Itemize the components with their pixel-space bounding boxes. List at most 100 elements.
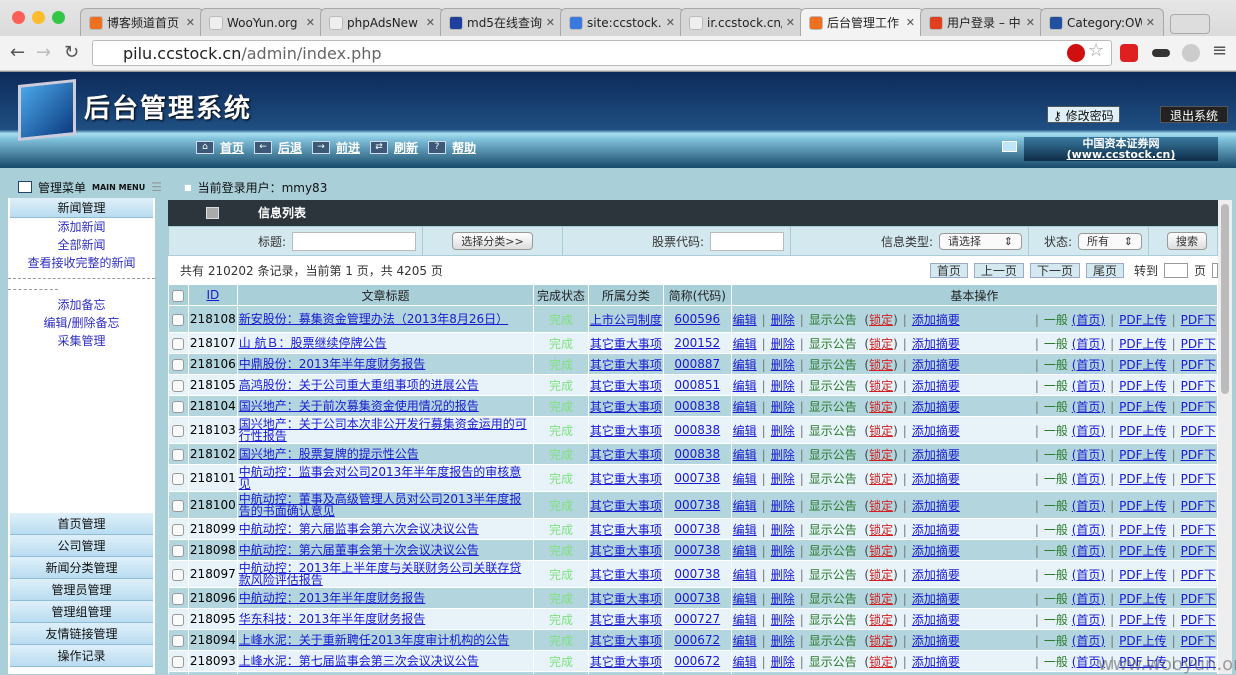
edit-link[interactable]: 编辑 xyxy=(733,337,757,351)
close-tab-icon[interactable]: ✕ xyxy=(906,16,915,29)
stock-code-link[interactable]: 000838 xyxy=(674,423,720,437)
goto-page-input[interactable] xyxy=(1163,263,1188,278)
pdf-download-link[interactable]: PDF下 xyxy=(1181,544,1216,558)
browser-tab[interactable]: 博客频道首页 ✕ xyxy=(80,8,204,36)
nav-forward[interactable]: 前进 xyxy=(336,139,360,156)
delete-link[interactable]: 删除 xyxy=(771,544,795,558)
close-tab-icon[interactable]: ✕ xyxy=(666,16,675,29)
lock-link[interactable]: 锁定 xyxy=(869,592,893,606)
add-summary-link[interactable]: 添加摘要 xyxy=(912,544,960,558)
pdf-download-link[interactable]: PDF下 xyxy=(1181,634,1216,648)
browser-tab[interactable]: phpAdsNew ✕ xyxy=(320,8,444,36)
lock-link[interactable]: 锁定 xyxy=(869,568,893,582)
lock-link[interactable]: 锁定 xyxy=(869,313,893,327)
home-link[interactable]: (首页) xyxy=(1072,472,1105,486)
pdf-download-link[interactable]: PDF下 xyxy=(1181,568,1216,582)
pdf-upload-link[interactable]: PDF上传 xyxy=(1119,613,1166,627)
menu-icon[interactable]: ≡ xyxy=(1212,40,1227,61)
home-link[interactable]: (首页) xyxy=(1072,613,1105,627)
title-input[interactable] xyxy=(292,231,416,251)
add-summary-link[interactable]: 添加摘要 xyxy=(912,613,960,627)
row-checkbox[interactable] xyxy=(172,592,185,605)
add-summary-link[interactable]: 添加摘要 xyxy=(912,472,960,486)
browser-tab[interactable]: 后台管理工作 ✕ xyxy=(800,8,924,36)
home-link[interactable]: (首页) xyxy=(1072,358,1105,372)
row-checkbox[interactable] xyxy=(172,448,185,461)
add-summary-link[interactable]: 添加摘要 xyxy=(912,400,960,414)
nav-home[interactable]: 首页 xyxy=(220,139,244,156)
close-tab-icon[interactable]: ✕ xyxy=(786,16,795,29)
stock-code-link[interactable]: 000851 xyxy=(674,378,720,392)
row-checkbox[interactable] xyxy=(172,655,185,668)
bookmark-star-icon[interactable]: ☆ xyxy=(1088,40,1104,61)
article-title-link[interactable]: 山 航Ｂ：股票继续停牌公告 xyxy=(239,336,387,350)
close-tab-icon[interactable]: ✕ xyxy=(426,16,435,29)
category-link[interactable]: 其它重大事项 xyxy=(590,592,662,606)
category-link[interactable]: 其它重大事项 xyxy=(590,448,662,462)
sidebar-group[interactable]: 新闻分类管理 xyxy=(10,557,153,579)
pdf-upload-link[interactable]: PDF上传 xyxy=(1119,472,1166,486)
article-title-link[interactable]: 华东科技：2013年半年度财务报告 xyxy=(239,612,426,626)
edit-link[interactable]: 编辑 xyxy=(733,568,757,582)
edit-link[interactable]: 编辑 xyxy=(733,424,757,438)
pdf-download-link[interactable]: PDF下 xyxy=(1181,448,1216,462)
lock-link[interactable]: 锁定 xyxy=(869,358,893,372)
browser-tab[interactable]: Category:OW ✕ xyxy=(1040,8,1164,36)
sidebar-item-add-memo[interactable]: 添加备忘 xyxy=(8,296,155,314)
article-title-link[interactable]: 高鸿股份：关于公司重大重组事项的进展公告 xyxy=(239,378,479,392)
delete-link[interactable]: 删除 xyxy=(771,613,795,627)
pdf-download-link[interactable]: PDF下 xyxy=(1181,337,1216,351)
edit-link[interactable]: 编辑 xyxy=(733,448,757,462)
stock-code-link[interactable]: 000838 xyxy=(674,399,720,413)
delete-link[interactable]: 删除 xyxy=(771,424,795,438)
home-link[interactable]: (首页) xyxy=(1072,634,1105,648)
delete-link[interactable]: 删除 xyxy=(771,592,795,606)
new-tab-button[interactable] xyxy=(1170,14,1210,34)
edit-link[interactable]: 编辑 xyxy=(733,544,757,558)
browser-tab[interactable]: WooYun.org ✕ xyxy=(200,8,324,36)
lock-link[interactable]: 锁定 xyxy=(869,448,893,462)
next-page-button[interactable]: 下一页 xyxy=(1029,263,1080,278)
category-link[interactable]: 其它重大事项 xyxy=(590,523,662,537)
pdf-download-link[interactable]: PDF下 xyxy=(1181,523,1216,537)
lock-link[interactable]: 锁定 xyxy=(869,379,893,393)
pdf-upload-link[interactable]: PDF上传 xyxy=(1119,592,1166,606)
pdf-download-link[interactable]: PDF下 xyxy=(1181,592,1216,606)
article-title-link[interactable]: 上峰水泥：第七届监事会第三次会议决议公告 xyxy=(239,654,479,668)
pdf-upload-link[interactable]: PDF上传 xyxy=(1119,448,1166,462)
prev-page-button[interactable]: 上一页 xyxy=(973,263,1024,278)
article-title-link[interactable]: 中航动控：2013年上半年度与关联财务公司关联存贷款风险评估报告 xyxy=(239,562,522,587)
edit-link[interactable]: 编辑 xyxy=(733,613,757,627)
delete-link[interactable]: 删除 xyxy=(771,448,795,462)
article-title-link[interactable]: 国兴地产：关于公司本次非公开发行募集资金运用的可行性报告 xyxy=(239,418,527,443)
add-summary-link[interactable]: 添加摘要 xyxy=(912,499,960,513)
pdf-upload-link[interactable]: PDF上传 xyxy=(1119,424,1166,438)
search-button[interactable]: 搜索 xyxy=(1167,232,1207,250)
home-link[interactable]: (首页) xyxy=(1072,523,1105,537)
stock-code-input[interactable] xyxy=(710,231,784,251)
category-link[interactable]: 其它重大事项 xyxy=(590,568,662,582)
delete-link[interactable]: 删除 xyxy=(771,523,795,537)
article-title-link[interactable]: 上峰水泥：关于重新聘任2013年度审计机构的公告 xyxy=(239,633,510,647)
stock-code-link[interactable]: 000727 xyxy=(674,612,720,626)
lock-link[interactable]: 锁定 xyxy=(869,613,893,627)
zoom-window-button[interactable] xyxy=(52,11,65,24)
sidebar-group[interactable]: 操作记录 xyxy=(10,645,153,667)
lock-link[interactable]: 锁定 xyxy=(869,499,893,513)
delete-link[interactable]: 删除 xyxy=(771,337,795,351)
nav-refresh[interactable]: 刷新 xyxy=(394,139,418,156)
address-bar[interactable]: pilu.ccstock.cn/admin/index.php xyxy=(92,40,1112,66)
edit-link[interactable]: 编辑 xyxy=(733,634,757,648)
category-link[interactable]: 其它重大事项 xyxy=(590,655,662,669)
extension-mask-icon[interactable] xyxy=(1152,49,1170,57)
category-link[interactable]: 其它重大事项 xyxy=(590,544,662,558)
close-tab-icon[interactable]: ✕ xyxy=(1026,16,1035,29)
close-tab-icon[interactable]: ✕ xyxy=(1146,16,1155,29)
nav-back[interactable]: 后退 xyxy=(278,139,302,156)
sidebar-item-edit-memo[interactable]: 编辑/删除备忘 xyxy=(8,314,155,332)
article-title-link[interactable]: 新安股份：募集资金管理办法（2013年8月26日） xyxy=(239,312,508,326)
stock-code-link[interactable]: 000838 xyxy=(674,447,720,461)
category-link[interactable]: 上市公司制度 xyxy=(590,313,662,327)
browser-tab[interactable]: site:ccstock.c ✕ xyxy=(560,8,684,36)
status-select[interactable]: 所有 ⇕ xyxy=(1078,232,1142,250)
